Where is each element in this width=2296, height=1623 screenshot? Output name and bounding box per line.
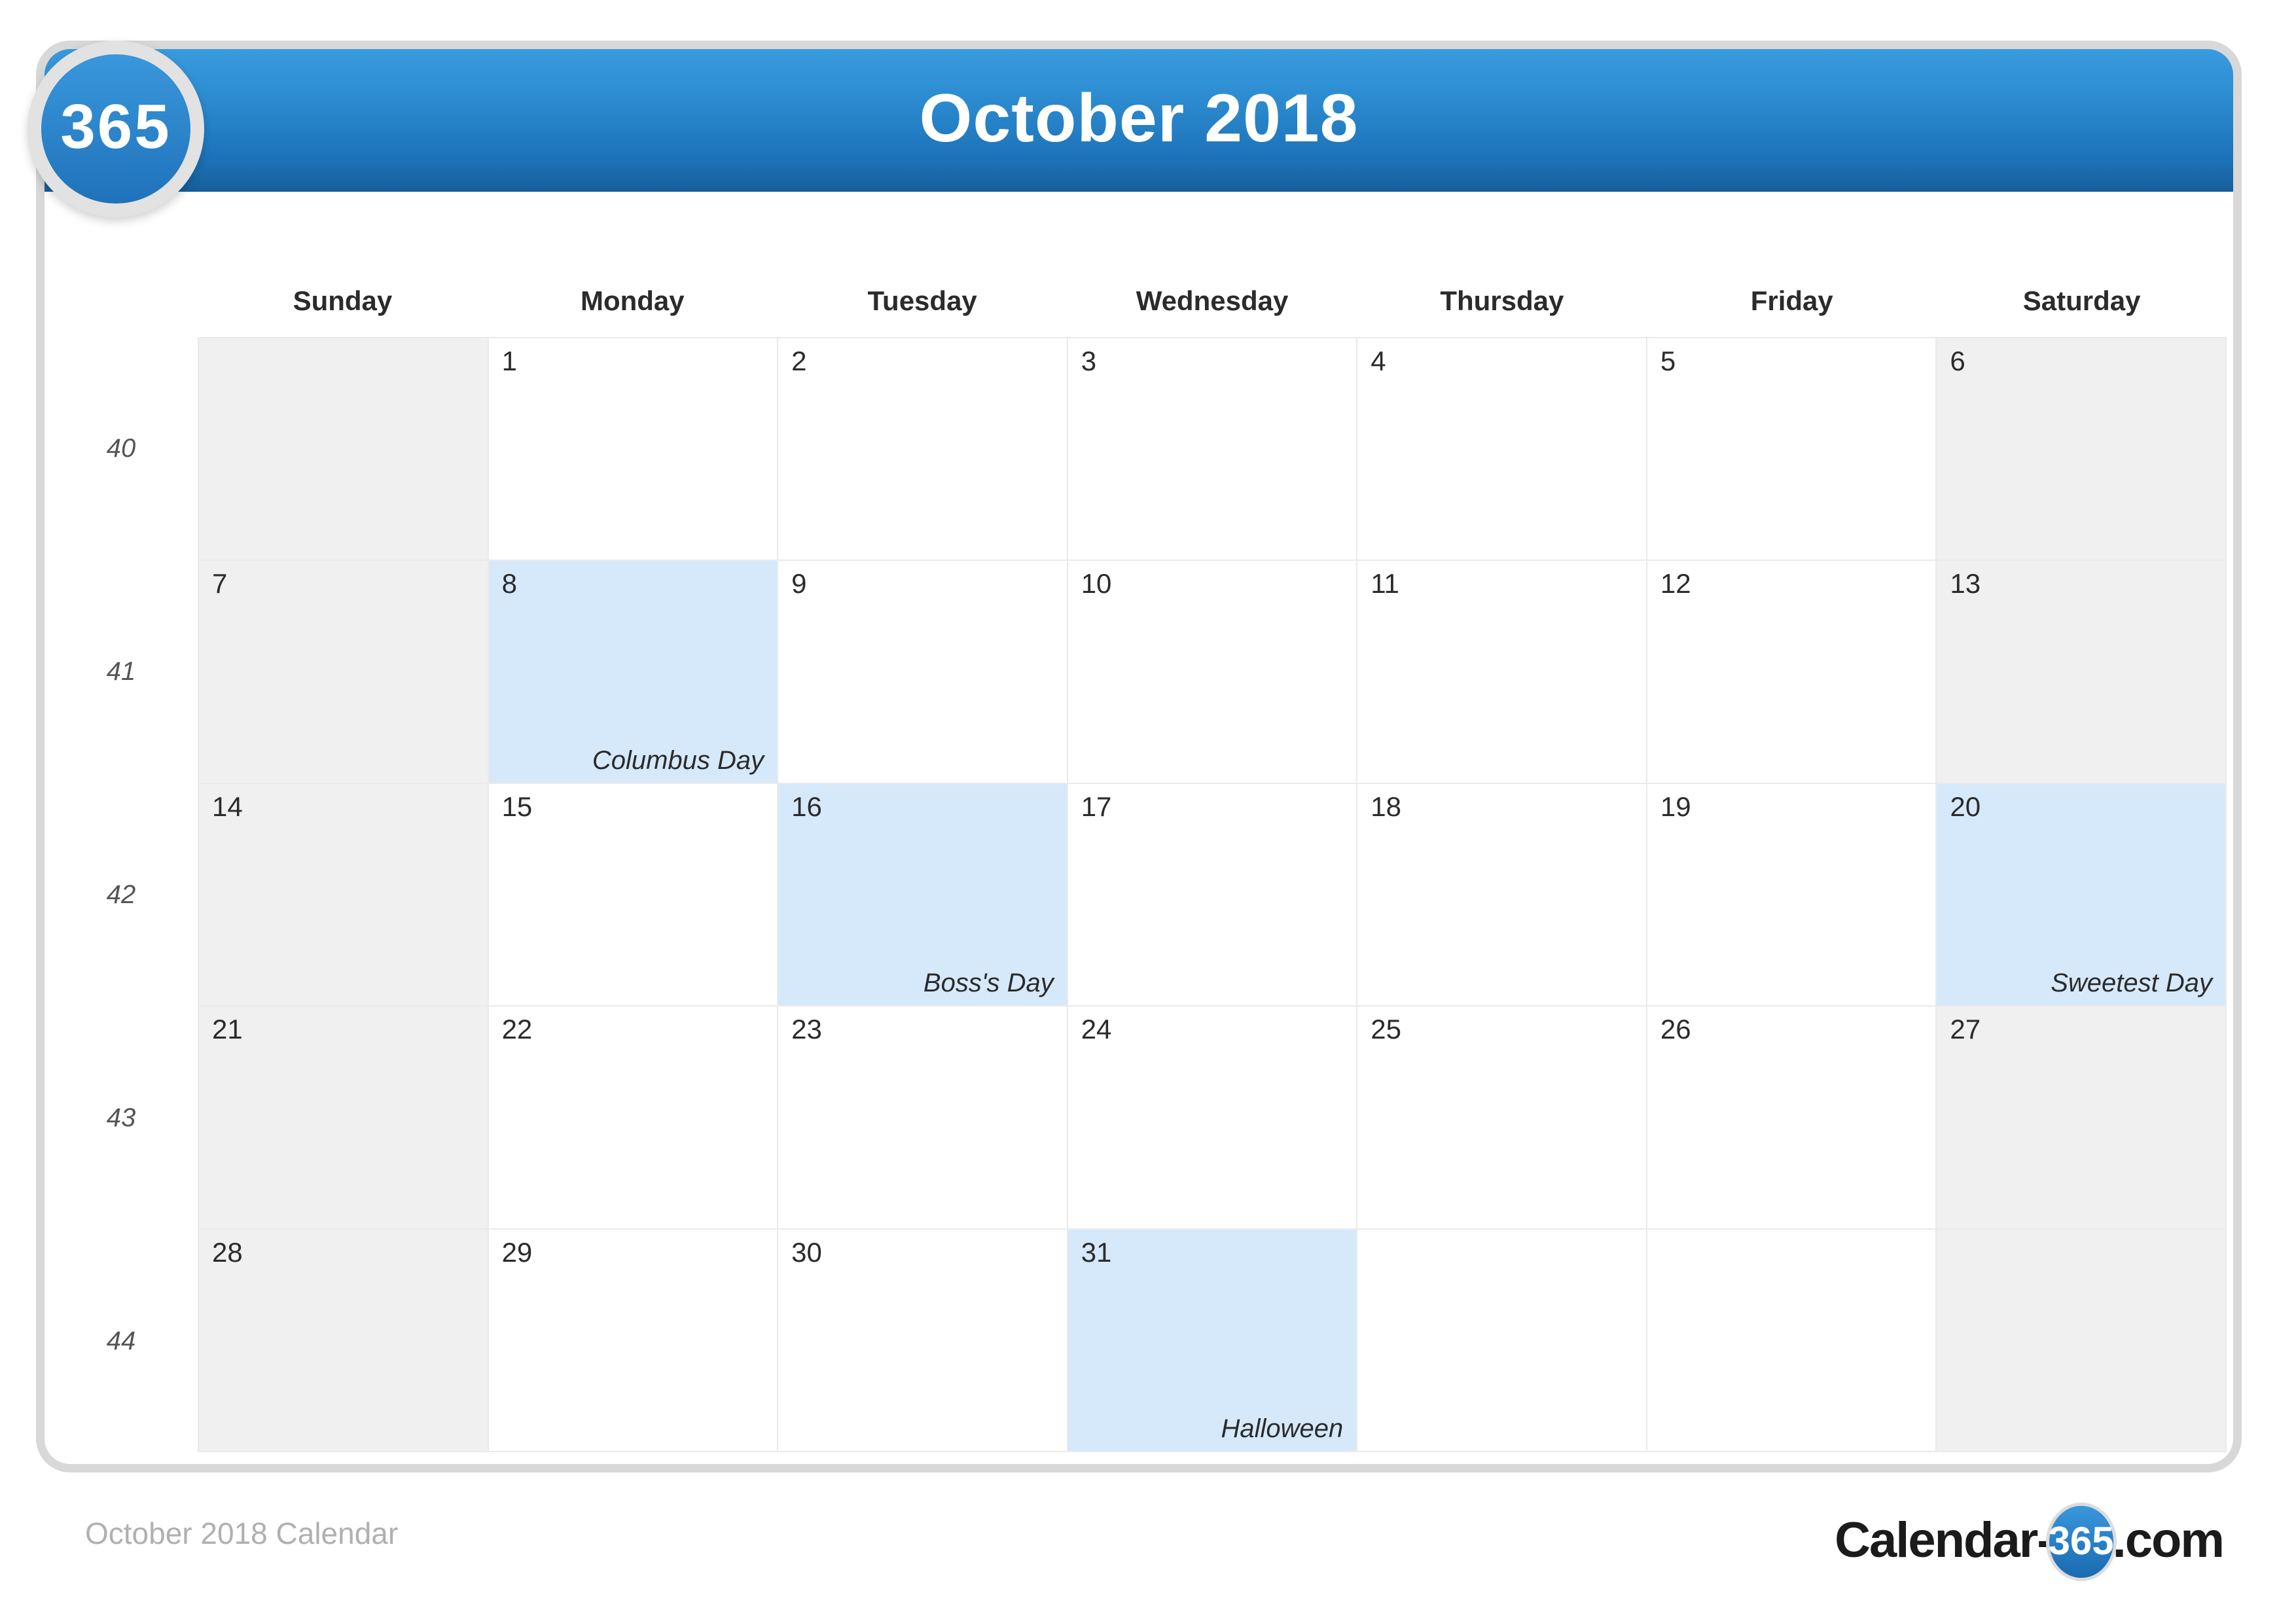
weekday-header-thursday: Thursday [1440, 285, 1564, 316]
weekday-header-saturday: Saturday [2022, 285, 2141, 316]
day-cell[interactable]: 18 [1357, 783, 1647, 1007]
weekday-header-tuesday: Tuesday [867, 285, 977, 316]
week-number: 43 [106, 1103, 136, 1132]
day-number: 31 [1081, 1236, 1112, 1268]
weekday-header-monday: Monday [580, 285, 685, 316]
day-cell[interactable]: 24 [1067, 1007, 1358, 1230]
page-footer: October 2018 Calendar Calendar- 365 .com [36, 1497, 2242, 1589]
day-number: 5 [1660, 346, 1676, 376]
day-cell[interactable]: 4 [1357, 338, 1647, 562]
day-number: 16 [791, 791, 822, 822]
day-cell[interactable]: 30 [778, 1229, 1068, 1452]
day-number: 9 [791, 568, 807, 599]
day-number: 12 [1660, 568, 1691, 599]
day-number: 13 [1950, 568, 1981, 599]
day-number: 26 [1660, 1014, 1691, 1045]
day-number: 7 [212, 568, 228, 599]
day-cell[interactable]: 2 [778, 338, 1068, 562]
weekday-header-sunday: Sunday [293, 285, 393, 316]
day-cell[interactable]: 21 [199, 1007, 489, 1230]
day-cell[interactable]: 15 [488, 783, 779, 1007]
day-cell[interactable]: 22 [488, 1007, 779, 1230]
day-cell[interactable]: 25 [1357, 1007, 1647, 1230]
day-number: 29 [501, 1236, 533, 1268]
day-cell[interactable]: 31 Halloween [1067, 1229, 1358, 1452]
day-cell-empty [199, 338, 489, 562]
week-number-column: 40 41 42 43 44 [45, 337, 198, 1452]
day-number: 8 [501, 568, 517, 599]
day-number: 6 [1950, 346, 1965, 376]
page-title: October 2018 [919, 80, 1359, 156]
day-number: 17 [1081, 791, 1112, 822]
weekday-header-row: Sunday Monday Tuesday Wednesday Thursday Frid… [198, 287, 2227, 337]
calendar-card: October 2018 365 SundayMondayTuesdayWedn… [36, 41, 2242, 1472]
day-number: 28 [212, 1236, 243, 1268]
day-cell[interactable]: 19 [1647, 783, 1937, 1007]
day-cell[interactable]: 5 [1647, 338, 1937, 562]
day-cell[interactable]: 9 [778, 561, 1068, 784]
holiday-label: Columbus Day [592, 745, 764, 775]
day-cell[interactable]: 28 [199, 1229, 489, 1452]
logo-suffix: .com [2112, 1512, 2225, 1568]
calendar-body: Sunday Monday Tuesday Wednesday Thursday Frid… [45, 192, 2233, 1464]
day-cell[interactable]: 29 [488, 1229, 779, 1452]
day-number: 21 [212, 1014, 243, 1045]
day-cell-empty [1937, 1229, 2227, 1452]
day-number: 14 [212, 791, 243, 822]
day-number: 1 [501, 346, 517, 376]
logo-prefix: Calendar- [1835, 1512, 2054, 1568]
day-number: 30 [791, 1236, 822, 1268]
brand-badge-label: 365 [60, 92, 171, 162]
day-cell[interactable]: 27 [1937, 1007, 2227, 1230]
day-cell-empty [1647, 1229, 1937, 1452]
day-cell[interactable]: 6 [1937, 338, 2227, 562]
day-cell[interactable]: 12 [1647, 561, 1937, 784]
week-number: 41 [106, 657, 136, 687]
logo-365-label: 365 [2048, 1518, 2114, 1563]
holiday-label: Halloween [1221, 1414, 1344, 1443]
footer-caption: October 2018 Calendar [85, 1516, 399, 1550]
day-cell-empty [1357, 1229, 1647, 1452]
logo-365-icon: 365 [2045, 1503, 2117, 1581]
day-cell[interactable]: 16 Boss's Day [778, 783, 1068, 1007]
day-cell[interactable]: 17 [1067, 783, 1358, 1007]
holiday-label: Sweetest Day [2051, 969, 2212, 998]
day-cell[interactable]: 20 Sweetest Day [1937, 783, 2227, 1007]
day-number: 10 [1081, 568, 1112, 599]
day-number: 22 [501, 1014, 533, 1045]
holiday-label: Boss's Day [923, 969, 1054, 998]
brand-badge-circle: 365 [41, 54, 190, 204]
day-number: 25 [1371, 1014, 1401, 1045]
day-number: 18 [1371, 791, 1401, 822]
day-cell[interactable]: 11 [1357, 561, 1647, 784]
day-number: 2 [791, 346, 807, 376]
day-cell[interactable]: 8 Columbus Day [488, 561, 779, 784]
day-number: 19 [1660, 791, 1691, 822]
day-number: 15 [501, 791, 533, 822]
weekday-header-friday: Friday [1750, 285, 1833, 316]
week-number: 40 [106, 434, 136, 463]
week-number: 42 [106, 880, 136, 909]
day-number: 27 [1950, 1014, 1981, 1045]
day-cell[interactable]: 7 [199, 561, 489, 784]
day-number: 20 [1950, 791, 1981, 822]
calendar365-logo[interactable]: Calendar- 365 .com [1835, 1501, 2225, 1581]
day-cell[interactable]: 26 [1647, 1007, 1937, 1230]
brand-badge-365: 365 [27, 41, 204, 217]
calendar-header: October 2018 [45, 49, 2233, 192]
day-number: 24 [1081, 1014, 1112, 1045]
day-cell[interactable]: 13 [1937, 561, 2227, 784]
day-cell[interactable]: 14 [199, 783, 489, 1007]
day-cell[interactable]: 23 [778, 1007, 1068, 1230]
week-number: 44 [106, 1326, 136, 1355]
day-cell[interactable]: 10 [1067, 561, 1358, 784]
day-number: 4 [1371, 346, 1386, 376]
day-cell[interactable]: 3 [1067, 338, 1358, 562]
day-number: 3 [1081, 346, 1097, 376]
day-number: 11 [1371, 568, 1399, 599]
calendar-grid: 1 2 3 4 5 6 7 8 Columbus Day 9 10 11 12 13 14 15 16 Boss'… [198, 337, 2227, 1452]
day-number: 23 [791, 1014, 822, 1045]
weekday-header-wednesday: Wednesday [1136, 285, 1289, 316]
day-cell[interactable]: 1 [488, 338, 779, 562]
